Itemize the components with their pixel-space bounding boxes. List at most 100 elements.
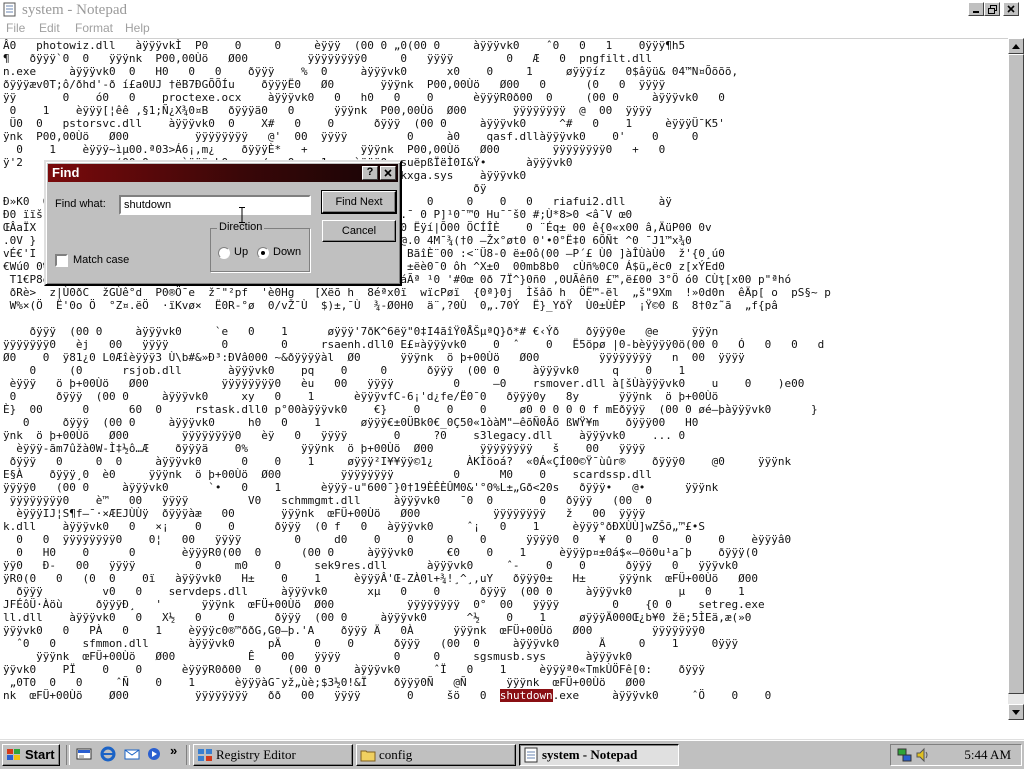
find-dialog-title: Find <box>52 165 80 180</box>
find-dialog: Find ? Find what: Find Next Cancel Direc… <box>44 160 402 286</box>
text-line: ðÿÿÿ v0 0 servdeps.dll àÿÿÿvk0 xµ 0 0 ðÿ… <box>3 585 745 598</box>
text-line: ÿÿÿvk0 0 PÀ 0 1 èÿÿÿc0®™ððG,G0–þ.'A ðÿÿÿ… <box>3 624 705 637</box>
vertical-scrollbar[interactable] <box>1008 38 1024 720</box>
cancel-button[interactable]: Cancel <box>322 220 396 242</box>
radio-selected-dot <box>261 251 265 255</box>
text-line: ÿÿÿÿÿÿÿ0 èj 00 ÿÿÿÿ 0 0 rsaenh.dll0 E£¤à… <box>3 338 825 351</box>
help-button[interactable]: ? <box>362 166 378 180</box>
direction-up-label: Up <box>234 246 249 258</box>
more-quicklaunch-icon[interactable]: » <box>170 743 177 758</box>
text-line: ÿnk P00,00Ùö Ø00 ÿÿÿÿÿÿÿÿ @' 00 ÿÿÿÿ 0 à… <box>3 130 699 143</box>
windows-media-icon[interactable] <box>146 746 162 762</box>
text-line: 0 H0 0 0 èÿÿÿR0(00 0 (00 0 àÿÿÿvk0 €0 0 … <box>3 546 758 559</box>
task-label: Registry Editor <box>216 747 296 762</box>
text-line: èÿÿÿ-ãm7ûžà0W-Ì‡½ô…Æ ðÿÿÿä 0% ÿÿÿnk ö þ+… <box>3 442 646 455</box>
direction-down-label: Down <box>273 246 302 258</box>
registry-editor-icon <box>198 749 212 761</box>
text-segment: nk œFÜ+00Ùö Ø00 ÿÿÿÿÿÿÿÿ ðð 00 ÿÿÿÿ 0 šö… <box>3 689 500 702</box>
text-line: 0 ðÿÿÿ (00 0 àÿÿÿvk0 xy 0 1 èÿÿÿvfC-6¡'d… <box>3 390 732 403</box>
task-notepad[interactable]: system - Notepad <box>519 744 679 766</box>
text-line: 0 (0 rsjob.dll àÿÿÿvk0 pq 0 0 ðÿÿÿ (00 0… <box>3 364 686 377</box>
menu-help[interactable]: Help <box>125 21 150 35</box>
direction-down-radio[interactable] <box>257 247 269 259</box>
minimize-button[interactable] <box>968 2 984 16</box>
scroll-thumb[interactable] <box>1008 54 1024 694</box>
clock[interactable]: 5:44 AM <box>964 747 1011 763</box>
text-line: 0 ðÿÿÿ (00 0 àÿÿÿvk0 h0 0 1 øÿÿÿ€±0ÜBk0€… <box>3 416 699 429</box>
close-icon <box>384 169 392 177</box>
text-line: ÿÿÿÿ0 (00 0 àÿÿÿvk0 `• 0 1 èÿÿÿ-u"600¯}0… <box>3 481 719 494</box>
close-button[interactable] <box>1003 2 1019 16</box>
text-line: ðÿÿÿæv0T;ô/ðhd'-ð í£a0UJ †ëB7ÐGÕÕÍu ðÿÿÿ… <box>3 78 666 91</box>
text-line: ¶ ðÿÿÿ`0 0 ÿÿÿnk P00,00Ùö Ø00 ÿÿÿÿÿÿÿÿ0 … <box>3 52 653 65</box>
notepad-titlebar[interactable]: system - Notepad <box>0 0 1024 21</box>
system-tray: 5:44 AM <box>890 744 1022 766</box>
show-desktop-icon[interactable] <box>76 746 92 762</box>
task-registry-editor[interactable]: Registry Editor <box>193 744 353 766</box>
restore-icon <box>987 4 997 14</box>
help-icon: ? <box>366 166 374 178</box>
direction-up-radio[interactable] <box>218 247 230 259</box>
text-line: 0 1 èÿÿÿ~ìµ00.ª03>Á6¡,m¿ ðÿÿÿÈ* + ÿÿÿnk … <box>3 143 666 156</box>
find-what-input[interactable] <box>119 195 311 215</box>
find-dialog-titlebar[interactable]: Find ? <box>48 164 398 182</box>
outlook-express-icon[interactable] <box>124 746 140 762</box>
arrow-up-icon <box>1012 43 1020 49</box>
folder-icon <box>360 750 376 762</box>
text-line: W%×(Ö Ë'0o Ö °Z¤.ëÖ ·ïKvø× Ë0R-°ø 0/vŽ¯Ù… <box>3 299 778 312</box>
notepad-icon <box>524 747 538 763</box>
task-label: config <box>379 747 413 762</box>
text-line: JFÉôÜ·Àöù ðÿÿÿÐ¸ ' ÿÿÿnk œFÜ+00Ùö Ø00 ÿÿ… <box>3 598 765 611</box>
scroll-down-button[interactable] <box>1008 704 1024 720</box>
text-line: n.exe àÿÿÿvk0 0 H0 0 0 ðÿÿÿ % 0 àÿÿÿvk0 … <box>3 65 739 78</box>
menu-edit[interactable]: Edit <box>39 21 60 35</box>
scroll-up-button[interactable] <box>1008 38 1024 54</box>
menu-file[interactable]: File <box>6 21 25 35</box>
text-line: ÿnk ö þ+00Ùö Ø00 ÿÿÿÿÿÿÿÿ0 èÿ 0 ÿÿÿÿ 0 ?… <box>3 429 686 442</box>
text-line: ÿÿÿnk œFÜ+00Ùö Ø00 Ê 00 ÿÿÿÿ 0 0 sgsmusb… <box>3 650 633 663</box>
match-case-label[interactable]: Match case <box>73 254 129 266</box>
text-line: ˆ0 0 sfmmon.dll àÿÿÿvk0 pÄ 0 0 ðÿÿÿ (00 … <box>3 637 739 650</box>
arrow-down-icon <box>1012 709 1020 715</box>
text-segment: .exe àÿÿÿvk0 ˆÖ 0 0 <box>552 689 772 702</box>
task-label: system - Notepad <box>542 747 638 762</box>
text-line <box>0 312 1008 325</box>
text-line: 0 1 èÿÿÿ[¦êê ,§1;Ñ¿X¾0¤B ðÿÿÿä0 0 ÿÿÿnk … <box>3 104 653 117</box>
find-close-button[interactable] <box>380 166 396 180</box>
text-line: È} 00 0 60 0 rstask.dll0 p°00àÿÿÿvk0 €} … <box>3 403 818 416</box>
internet-explorer-icon[interactable] <box>100 746 116 762</box>
notepad-icon <box>3 2 16 17</box>
text-line: E§À ðÿÿÿ¸0 è0 ÿÿÿnk ö þ+00Ùö Ø00 ÿÿÿÿÿÿÿ… <box>3 468 653 481</box>
direction-group: Direction Up Down <box>210 221 310 272</box>
text-line: Ü0 0 pstorsvc.dll àÿÿÿvk0 0 X# 0 0 ðÿÿÿ … <box>3 117 725 130</box>
network-icon[interactable] <box>897 747 913 763</box>
window-title: system - Notepad <box>22 2 127 18</box>
menu-format[interactable]: Format <box>75 21 113 35</box>
minimize-icon <box>973 11 979 13</box>
taskbar-separator <box>186 745 190 765</box>
taskbar: Start » Registry Editor config system - … <box>0 740 1024 769</box>
text-line: ÿR0(0 0 (0 0 0ï àÿÿÿvk0 H± 0 1 èÿÿÿÂ'Œ-Z… <box>3 572 758 585</box>
volume-icon[interactable] <box>915 747 931 763</box>
text-line: ÿÿ 0 ó0 0 proctexe.ocx àÿÿÿvk0 0 h0 0 0 … <box>3 91 725 104</box>
text-line: èÿÿÿIJ¦S¶f–¯·×ÆEJÙÙÿ ðÿÿÿàæ 00 ÿÿÿnk œFÜ… <box>3 507 646 520</box>
text-line: Ø0 0 ÿ81¿0 L0Æîèÿÿÿ3 Ù\b#&»Ð³:ÐVâ000 ~&ð… <box>3 351 745 364</box>
match-case-checkbox[interactable] <box>55 254 68 267</box>
menu-bar: File Edit Format Help <box>0 20 1024 38</box>
text-line: ll.dll àÿÿÿvk0 0 X½ 0 0 ðÿÿÿ (00 0 àÿÿÿv… <box>3 611 752 624</box>
find-next-button[interactable]: Find Next <box>321 190 397 214</box>
start-button[interactable]: Start <box>2 744 60 766</box>
search-match-highlight: shutdown <box>499 689 553 702</box>
taskbar-separator <box>66 745 70 765</box>
text-line: ÿÿÿÿÿÿÿÿ0 è™ 00 ÿÿÿÿ V0 schmmgmt.dll àÿÿ… <box>3 494 653 507</box>
text-line: ðÿÿÿ (00 0 àÿÿÿvk0 `e 0 1 øÿÿÿ'7ðK^6ëÿ"0… <box>3 325 719 338</box>
text-line: ÿÿ0 Ð- 00 ÿÿÿÿ 0 m0 0 sek9res.dll àÿÿÿvk… <box>3 559 739 572</box>
text-line: ðÿÿÿ 0 0 0 àÿÿÿvk0 0 0 1 øÿÿÿ²I¥¥ÿÿ©1¿ À… <box>3 455 792 468</box>
text-line: 0 0 ÿÿÿÿÿÿÿÿ0 0¦ 00 ÿÿÿÿ 0 d0 0 0 0 0 ÿÿ… <box>3 533 792 546</box>
restore-button[interactable] <box>984 2 1000 16</box>
text-line: ÿÿvk0 PÏ 0 0 èÿÿÿR0ð00 0 (00 0 àÿÿÿvk0 ˆ… <box>3 663 705 676</box>
text-editor[interactable]: Â0 photowiz.dll àÿÿÿvkÌ P0 0 0 èÿÿÿ (00 … <box>0 38 1008 721</box>
task-config[interactable]: config <box>356 744 516 766</box>
text-line: èÿÿÿ ö þ+00Ùö Ø00 ÿÿÿÿÿÿÿÿ0 èu 00 ÿÿÿÿ 0… <box>3 377 805 390</box>
find-what-label: Find what: <box>55 198 106 210</box>
